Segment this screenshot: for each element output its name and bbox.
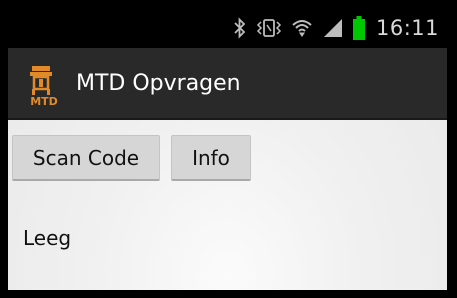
status-bar: 16:11	[8, 8, 447, 48]
battery-icon	[352, 16, 365, 40]
signal-icon	[322, 17, 344, 39]
main-content: Scan Code Info Leeg	[8, 120, 447, 290]
scan-code-button[interactable]: Scan Code	[12, 135, 160, 181]
status-icons: 16:11	[233, 16, 439, 40]
mtd-logo-icon: MTD	[30, 66, 58, 108]
wifi-icon	[291, 17, 313, 39]
vibrate-icon	[256, 17, 282, 39]
info-button[interactable]: Info	[171, 135, 251, 181]
app-screen: 16:11 MTD MTD Opvragen Scan Code Info Le…	[8, 8, 447, 290]
result-text: Leeg	[23, 226, 72, 250]
svg-text:MTD: MTD	[30, 95, 58, 108]
app-logo[interactable]: MTD	[18, 58, 70, 108]
status-time: 16:11	[375, 16, 439, 40]
bluetooth-icon	[233, 17, 247, 39]
app-title: MTD Opvragen	[76, 70, 241, 96]
device-frame: 16:11 MTD MTD Opvragen Scan Code Info Le…	[0, 0, 457, 298]
action-bar: MTD MTD Opvragen	[8, 48, 447, 120]
